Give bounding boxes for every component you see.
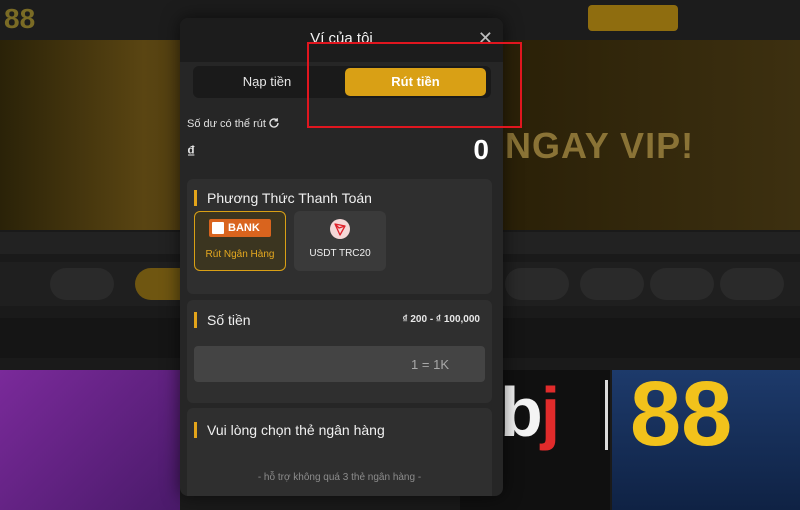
refresh-icon[interactable] <box>268 117 280 129</box>
bank-building-icon <box>212 222 224 234</box>
category-item <box>580 268 644 300</box>
amount-placeholder: 1 = 1K <box>411 357 449 372</box>
method-label: Rút Ngân Hàng <box>205 249 275 260</box>
category-item <box>50 268 114 300</box>
panel-accent <box>194 422 197 438</box>
payment-method-panel: Phương Thức Thanh Toán BANK Rút Ngân Hàn… <box>187 179 492 294</box>
brand-divider <box>605 380 608 450</box>
site-logo: 88 <box>4 3 36 34</box>
bank-card-panel: Vui lòng chọn thẻ ngân hàng - hỗ trợ khô… <box>187 408 492 496</box>
bank-icon: BANK <box>209 219 271 237</box>
category-item <box>720 268 784 300</box>
panel-accent <box>194 190 197 206</box>
hero-text: NGAY VIP! <box>505 125 695 166</box>
category-item <box>505 268 569 300</box>
amount-title: Số tiền <box>207 312 251 328</box>
balance-currency: ₫ <box>187 144 196 161</box>
payment-method-title: Phương Thức Thanh Toán <box>207 190 372 206</box>
brand-logo: bj <box>500 373 560 451</box>
game-card <box>0 370 180 510</box>
tron-icon <box>330 219 350 239</box>
amount-input[interactable]: 1 = 1K <box>194 346 485 382</box>
balance-label: Số dư có thể rút <box>187 118 266 130</box>
amount-panel: Số tiền ₫ 200 - ₫ 100,000 1 = 1K <box>187 300 492 403</box>
category-item <box>650 268 714 300</box>
method-bank-withdraw[interactable]: BANK Rút Ngân Hàng <box>194 211 286 271</box>
balance-amount: 0 <box>473 134 489 165</box>
amount-range: ₫ 200 - ₫ 100,000 <box>402 314 480 325</box>
bank-logo-text: BANK <box>228 222 260 234</box>
brand-88: 88 <box>630 363 733 465</box>
panel-accent <box>194 312 197 328</box>
bank-card-title: Vui lòng chọn thẻ ngân hàng <box>207 422 385 438</box>
header-button <box>588 5 678 31</box>
method-usdt-trc20[interactable]: USDT TRC20 <box>294 211 386 271</box>
bank-card-note: - hỗ trợ không quá 3 thẻ ngân hàng - <box>257 472 422 483</box>
method-label: USDT TRC20 <box>309 248 371 259</box>
highlight-box <box>307 42 522 128</box>
